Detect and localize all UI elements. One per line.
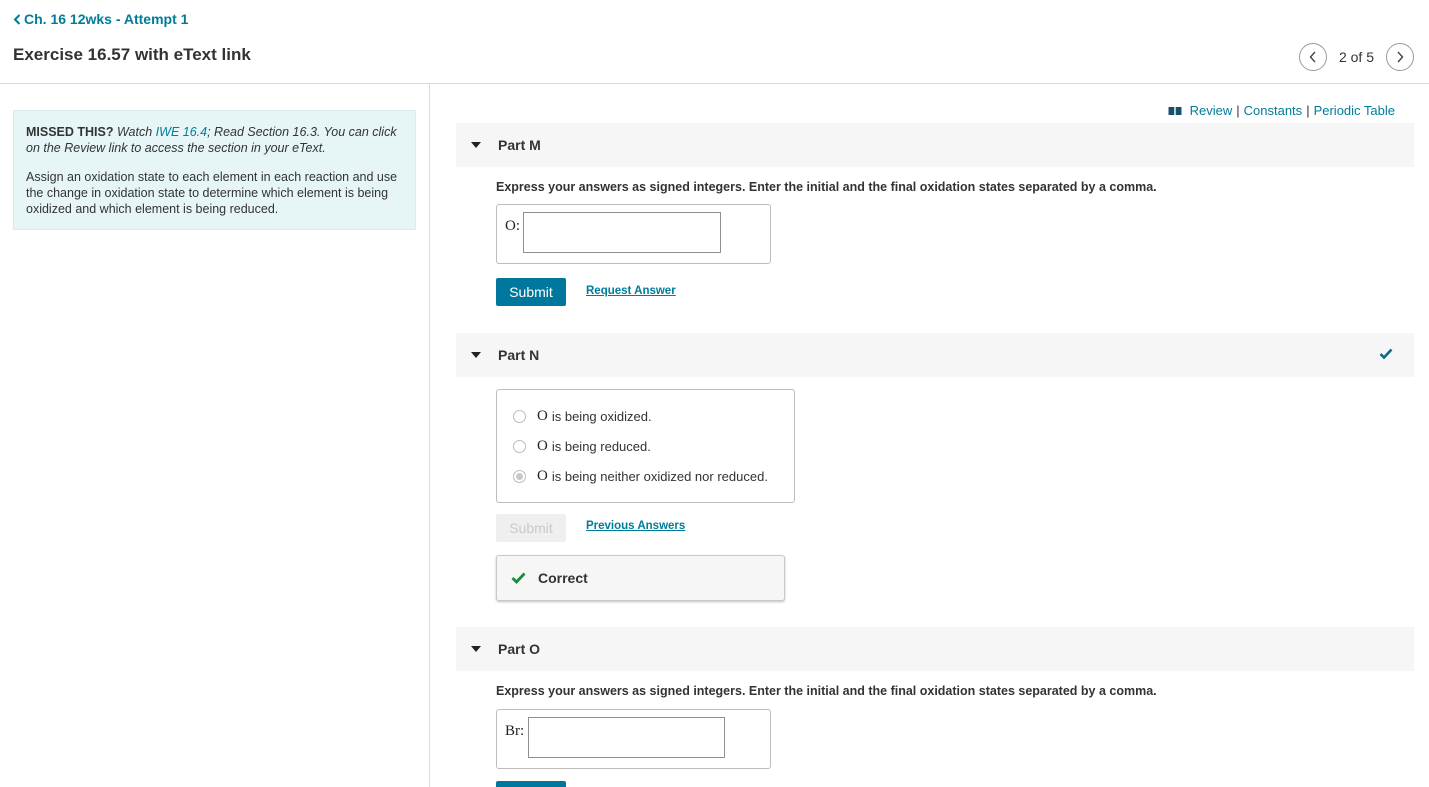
caret-down-icon: [470, 646, 482, 652]
chevron-left-icon: [13, 13, 21, 25]
part-n-choices: O is being oxidized. O is being reduced.…: [496, 389, 795, 503]
chevron-left-icon: [1309, 51, 1316, 63]
hint-instructions: Assign an oxidation state to each elemen…: [26, 170, 398, 216]
resource-links: Review | Constants | Periodic Table: [1168, 103, 1395, 118]
header: Ch. 16 12wks - Attempt 1 Exercise 16.57 …: [0, 0, 1429, 84]
choice-oxidized[interactable]: O is being oxidized.: [513, 408, 652, 425]
part-n-title: Part N: [498, 347, 540, 363]
feedback-text: Correct: [538, 570, 588, 586]
next-item-button[interactable]: [1386, 43, 1414, 71]
choice-text: is being reduced.: [551, 439, 651, 454]
separator: |: [1306, 103, 1310, 118]
part-m-title: Part M: [498, 137, 541, 153]
part-o-submit-button[interactable]: [496, 781, 566, 787]
radio-button[interactable]: [513, 410, 526, 423]
checkmark-icon: [1379, 347, 1393, 365]
check-icon: [511, 572, 526, 584]
part-m-request-answer-link[interactable]: Request Answer: [586, 285, 676, 297]
missed-label: MISSED THIS?: [26, 125, 114, 139]
watch-prefix: Watch: [113, 125, 156, 139]
choice-element: O: [537, 408, 548, 424]
part-o-answer-input[interactable]: [528, 717, 725, 758]
part-m-var-label: O:: [505, 218, 520, 234]
page-title: Exercise 16.57 with eText link: [13, 45, 251, 64]
choice-element: O: [537, 468, 548, 484]
part-o-title: Part O: [498, 641, 541, 657]
back-link[interactable]: Ch. 16 12wks - Attempt 1: [13, 11, 188, 27]
part-n-header[interactable]: Part N: [456, 333, 1414, 377]
part-o-answer-box: Br:: [496, 709, 771, 769]
choice-text: is being neither oxidized nor reduced.: [551, 469, 768, 484]
back-link-label: Ch. 16 12wks - Attempt 1: [24, 11, 189, 27]
choice-neither[interactable]: O is being neither oxidized nor reduced.: [513, 468, 768, 485]
pager-text: 2 of 5: [1338, 49, 1374, 65]
previous-item-button[interactable]: [1298, 43, 1327, 71]
chevron-right-icon: [1397, 51, 1404, 63]
radio-button[interactable]: [513, 440, 526, 453]
part-m-submit-button[interactable]: Submit: [496, 278, 566, 306]
panel-divider: [429, 84, 430, 787]
hint-box: MISSED THIS? Watch IWE 16.4; Read Sectio…: [13, 110, 416, 230]
part-n-previous-answers-link[interactable]: Previous Answers: [586, 520, 685, 532]
radio-button-selected[interactable]: [513, 470, 526, 483]
part-o-header[interactable]: Part O: [456, 627, 1414, 671]
choice-text: is being oxidized.: [551, 409, 652, 424]
periodic-table-link[interactable]: Periodic Table: [1314, 103, 1395, 118]
choice-reduced[interactable]: O is being reduced.: [513, 438, 651, 455]
constants-link[interactable]: Constants: [1244, 103, 1303, 118]
pager: 2 of 5: [1298, 43, 1414, 71]
caret-down-icon: [470, 352, 482, 358]
hint-missed: MISSED THIS? Watch IWE 16.4; Read Sectio…: [26, 124, 403, 156]
book-icon: [1168, 106, 1182, 115]
review-link[interactable]: Review: [1190, 103, 1233, 118]
part-n-feedback: Correct: [496, 555, 785, 601]
choice-element: O: [537, 438, 548, 454]
separator: |: [1236, 103, 1240, 118]
part-m-answer-input[interactable]: [523, 212, 721, 253]
iwe-link[interactable]: IWE 16.4: [156, 125, 207, 139]
part-m-answer-box: O:: [496, 204, 771, 264]
part-m-header[interactable]: Part M: [456, 123, 1414, 167]
caret-down-icon: [470, 142, 482, 148]
part-m-instructions: Express your answers as signed integers.…: [496, 180, 1157, 194]
part-o-var-label: Br:: [505, 723, 525, 739]
part-n-submit-button: Submit: [496, 514, 566, 542]
part-o-instructions: Express your answers as signed integers.…: [496, 684, 1157, 698]
